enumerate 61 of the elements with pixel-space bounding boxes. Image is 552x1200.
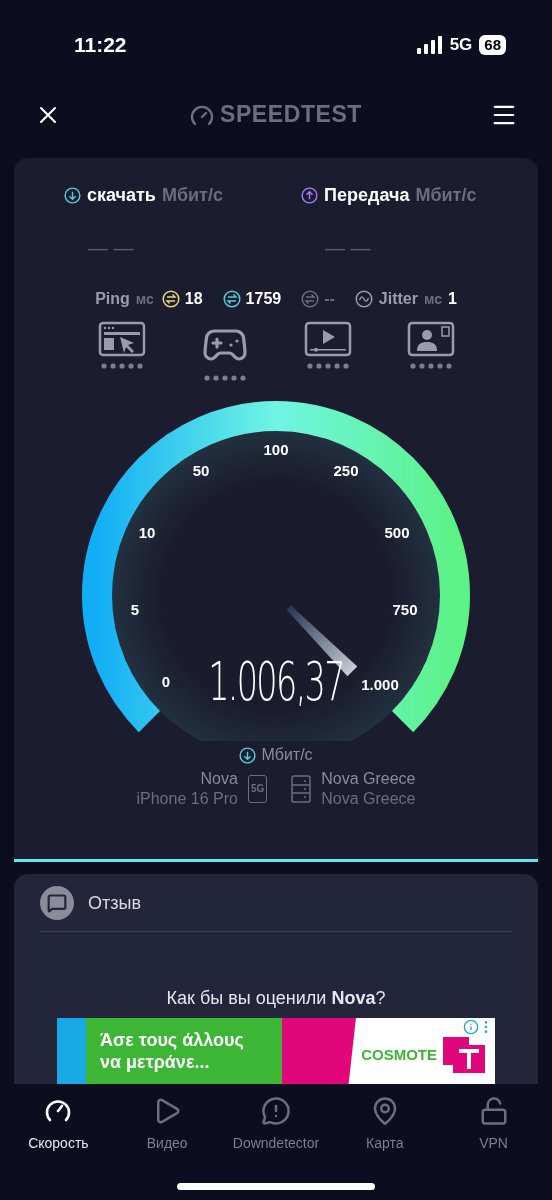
device-name: iPhone 16 Pro xyxy=(136,789,238,809)
video-player-icon xyxy=(303,321,352,357)
ping-label: Ping xyxy=(95,289,130,309)
server-location: Nova Greece xyxy=(321,789,416,809)
feedback-title: Отзыв xyxy=(88,891,141,915)
ad-banner[interactable]: Άσε τους άλλους να μετράνε... COSMOTE xyxy=(57,1017,495,1084)
rating-dots-icon xyxy=(306,363,349,369)
result-unit: Мбит/с xyxy=(161,184,223,207)
browser-cursor-icon xyxy=(97,321,146,357)
ping-value: 1759 xyxy=(245,289,282,309)
gauge-tick-label: 250 xyxy=(333,460,359,481)
feedback-icon xyxy=(40,886,74,921)
speed-unit: Мбит/с xyxy=(261,745,313,765)
battery-indicator: 68 xyxy=(479,35,506,55)
alert-bubble-icon xyxy=(261,1096,291,1126)
ad-color-band xyxy=(57,1017,86,1084)
nav-tab[interactable]: Видео xyxy=(122,1096,213,1154)
jitter-icon xyxy=(354,290,373,308)
ping-value: -- xyxy=(324,289,335,309)
result-value: — — xyxy=(324,236,372,261)
gauge-tick-label: 5 xyxy=(130,599,140,620)
status-time: 11:22 xyxy=(74,32,127,59)
server-icon xyxy=(291,775,312,803)
nav-tab[interactable]: Скорость xyxy=(13,1096,104,1154)
rating-dots-icon xyxy=(409,363,452,369)
ping-value: 18 xyxy=(184,289,203,309)
gauge-tick-label: 500 xyxy=(384,522,410,543)
nav-tab[interactable]: Карта xyxy=(339,1096,430,1154)
signal-icon xyxy=(416,36,443,54)
download-icon xyxy=(239,746,257,764)
server-name: Nova Greece xyxy=(321,769,416,789)
gauge-tick-label: 0 xyxy=(161,671,171,692)
ad-info-icon[interactable] xyxy=(463,1018,479,1035)
speedometer-icon xyxy=(190,103,215,126)
ad-headline: Άσε τους άλλους να μετράνε... xyxy=(100,1028,245,1073)
rating-dots-icon xyxy=(203,375,246,381)
brand-logo: SPEEDTEST xyxy=(220,100,362,130)
result-unit: Мбит/с xyxy=(415,184,477,207)
phone-5g-badge: 5G xyxy=(247,775,268,803)
jitter-unit: мс xyxy=(423,289,442,309)
jitter-label: Jitter xyxy=(378,289,418,309)
gauge-tick-label: 750 xyxy=(392,599,418,620)
nav-tab[interactable]: Downdetector xyxy=(231,1096,321,1154)
logo-icon xyxy=(443,1036,485,1073)
result-value: — — xyxy=(87,236,135,261)
gauge-tick-label: 1.000 xyxy=(361,674,399,695)
ad-brand: COSMOTE xyxy=(361,1044,437,1065)
jitter-value: 1 xyxy=(447,289,457,309)
gauge-tick-label: 10 xyxy=(138,522,156,543)
gauge-tick-label: 100 xyxy=(263,439,289,460)
ping-unit: мс xyxy=(135,289,154,309)
provider-name: Nova xyxy=(200,769,238,789)
speed-value: 1.006,37 xyxy=(208,655,344,709)
video-call-icon xyxy=(406,321,455,357)
rating-dots-icon xyxy=(100,363,143,369)
gauge-tick-label: 50 xyxy=(192,460,210,481)
nav-tab[interactable]: VPN xyxy=(448,1096,539,1154)
network-label: 5G xyxy=(449,34,473,57)
result-label: Передача xyxy=(324,184,410,207)
feedback-question: Как бы вы оценили Nova? xyxy=(165,986,387,1010)
result-label: скачать xyxy=(87,184,156,207)
